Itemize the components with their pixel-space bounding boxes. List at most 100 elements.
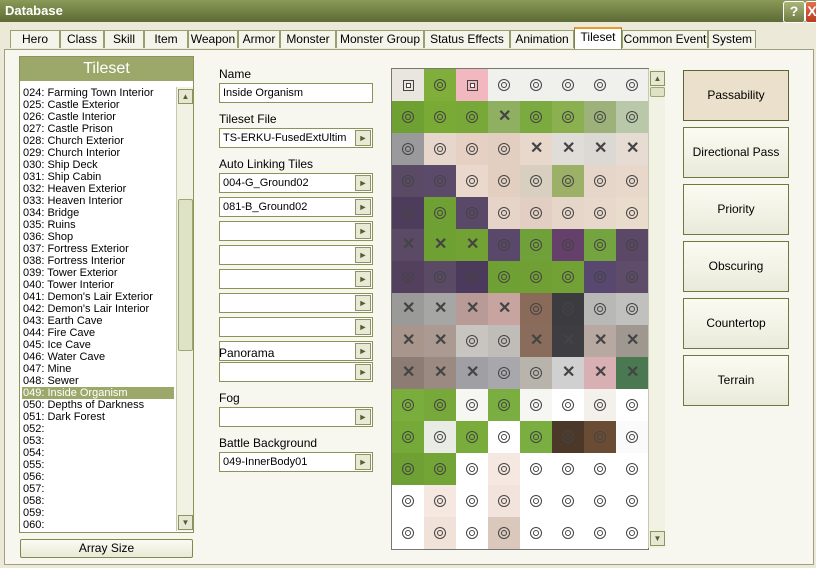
panorama-field[interactable]: ► <box>219 362 373 382</box>
tile[interactable] <box>488 389 520 421</box>
tile[interactable]: ✕ <box>424 229 456 261</box>
list-item[interactable]: 027: Castle Prison <box>22 123 174 135</box>
tile[interactable]: ✕ <box>392 357 424 389</box>
tile[interactable] <box>552 517 584 549</box>
tile[interactable] <box>552 421 584 453</box>
tile[interactable]: ✕ <box>616 357 648 389</box>
tile[interactable] <box>552 261 584 293</box>
tab-skill[interactable]: Skill <box>104 30 144 48</box>
tile[interactable] <box>424 69 456 101</box>
list-item[interactable]: 025: Castle Exterior <box>22 99 174 111</box>
fog-field[interactable]: ► <box>219 407 373 427</box>
tile[interactable] <box>424 389 456 421</box>
tile[interactable] <box>424 133 456 165</box>
tab-common-event[interactable]: Common Event <box>622 30 708 48</box>
tile[interactable]: ✕ <box>424 325 456 357</box>
tile[interactable] <box>584 421 616 453</box>
tile[interactable]: ✕ <box>584 133 616 165</box>
tile[interactable] <box>456 133 488 165</box>
list-item[interactable]: 051: Dark Forest <box>22 411 174 423</box>
tile[interactable] <box>552 165 584 197</box>
tile[interactable] <box>392 517 424 549</box>
mode-obscuring-button[interactable]: Obscuring <box>683 241 789 292</box>
auto-linking-browse-button[interactable]: ► <box>355 343 371 359</box>
tab-status-effects[interactable]: Status Effects <box>424 30 510 48</box>
tile[interactable] <box>616 69 648 101</box>
battle-background-browse-button[interactable]: ► <box>355 454 371 470</box>
tile[interactable]: ✕ <box>488 101 520 133</box>
tile[interactable] <box>520 389 552 421</box>
tile[interactable] <box>488 165 520 197</box>
auto-linking-browse-button[interactable]: ► <box>355 271 371 287</box>
tile[interactable] <box>616 101 648 133</box>
close-button[interactable]: X <box>805 1 816 23</box>
name-field[interactable]: Inside Organism <box>219 83 373 103</box>
auto-linking-field[interactable]: ► <box>219 245 373 265</box>
tile[interactable] <box>424 485 456 517</box>
list-scroll-down-button[interactable]: ▼ <box>178 515 193 530</box>
tileset-file-browse-button[interactable]: ► <box>355 130 371 146</box>
help-button[interactable]: ? <box>783 1 805 23</box>
auto-linking-browse-button[interactable]: ► <box>355 319 371 335</box>
list-item[interactable]: 029: Church Interior <box>22 147 174 159</box>
list-item[interactable]: 060: <box>22 519 174 531</box>
tile[interactable] <box>456 165 488 197</box>
tile[interactable] <box>392 133 424 165</box>
tile[interactable] <box>392 421 424 453</box>
tile[interactable] <box>520 293 552 325</box>
tile[interactable] <box>552 197 584 229</box>
list-item[interactable]: 038: Fortress Interior <box>22 255 174 267</box>
tile[interactable] <box>456 325 488 357</box>
tile[interactable] <box>520 197 552 229</box>
tile[interactable]: ✕ <box>552 133 584 165</box>
tile[interactable] <box>392 165 424 197</box>
grid-scroll-thumb[interactable] <box>650 87 665 97</box>
tile[interactable] <box>392 101 424 133</box>
tile[interactable] <box>488 421 520 453</box>
list-item[interactable]: 036: Shop <box>22 231 174 243</box>
tab-animation[interactable]: Animation <box>510 30 574 48</box>
array-size-button[interactable]: Array Size <box>20 539 193 558</box>
tile[interactable] <box>456 485 488 517</box>
list-item[interactable]: 028: Church Exterior <box>22 135 174 147</box>
tile[interactable]: ✕ <box>456 293 488 325</box>
tile[interactable] <box>392 485 424 517</box>
tile[interactable] <box>488 197 520 229</box>
tile[interactable] <box>584 517 616 549</box>
list-scroll-up-button[interactable]: ▲ <box>178 89 193 104</box>
tile[interactable] <box>584 101 616 133</box>
tile[interactable] <box>584 69 616 101</box>
tile[interactable] <box>488 485 520 517</box>
tile[interactable] <box>616 229 648 261</box>
tab-item[interactable]: Item <box>144 30 188 48</box>
grid-scroll-up-button[interactable]: ▲ <box>650 71 665 86</box>
tile[interactable] <box>392 197 424 229</box>
tab-tileset[interactable]: Tileset <box>574 27 622 50</box>
tile[interactable]: ✕ <box>584 325 616 357</box>
tab-armor[interactable]: Armor <box>238 30 280 48</box>
list-item[interactable]: 058: <box>22 495 174 507</box>
tile[interactable]: ✕ <box>552 357 584 389</box>
fog-browse-button[interactable]: ► <box>355 409 371 425</box>
tile[interactable] <box>520 485 552 517</box>
tab-class[interactable]: Class <box>60 30 104 48</box>
tile[interactable] <box>584 453 616 485</box>
list-item[interactable]: 035: Ruins <box>22 219 174 231</box>
tile[interactable] <box>520 421 552 453</box>
tile[interactable] <box>424 261 456 293</box>
tile[interactable] <box>552 229 584 261</box>
tile[interactable]: ✕ <box>392 229 424 261</box>
tile[interactable] <box>520 261 552 293</box>
auto-linking-browse-button[interactable]: ► <box>355 295 371 311</box>
list-item[interactable]: 041: Demon's Lair Exterior <box>22 291 174 303</box>
auto-linking-browse-button[interactable]: ► <box>355 199 371 215</box>
grid-scroll-down-button[interactable]: ▼ <box>650 531 665 546</box>
tile[interactable] <box>456 389 488 421</box>
list-item[interactable]: 048: Sewer <box>22 375 174 387</box>
tile[interactable] <box>488 261 520 293</box>
tile[interactable] <box>488 517 520 549</box>
list-item[interactable]: 056: <box>22 471 174 483</box>
list-item[interactable]: 034: Bridge <box>22 207 174 219</box>
tile[interactable] <box>552 453 584 485</box>
list-item[interactable]: 026: Castle Interior <box>22 111 174 123</box>
